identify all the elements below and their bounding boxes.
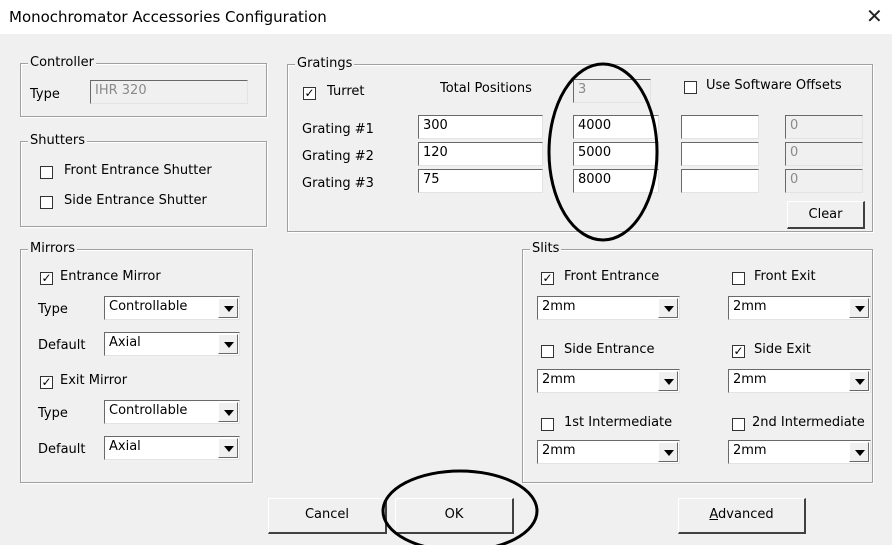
annotation-circle-blaze-column [547,62,659,242]
annotation-layer [381,62,659,545]
annotation-circle-ok-button [381,469,539,545]
